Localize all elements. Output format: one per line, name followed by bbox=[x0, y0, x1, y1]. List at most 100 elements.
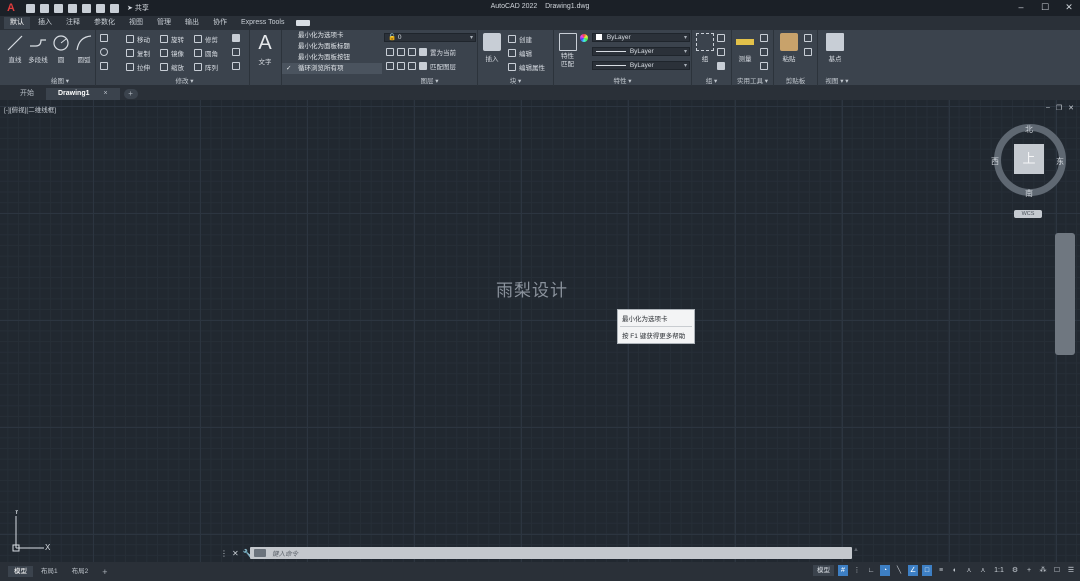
panel-groups-title[interactable]: 组 ▾ bbox=[692, 75, 731, 85]
layout-tab-layout2[interactable]: 布局2 bbox=[66, 566, 95, 577]
copy-clip-button[interactable] bbox=[804, 48, 812, 56]
layout-tab-model[interactable]: 模型 bbox=[8, 566, 33, 577]
undo-icon[interactable] bbox=[96, 3, 105, 13]
save-as-icon[interactable] bbox=[68, 3, 77, 13]
tab-collaborate[interactable]: 协作 bbox=[207, 17, 233, 29]
ungroup-button[interactable] bbox=[717, 34, 725, 42]
tab-close-icon[interactable]: × bbox=[104, 88, 108, 100]
ribbon-minimize-toggle[interactable] bbox=[296, 20, 311, 26]
menu-item-minimize-panel-titles[interactable]: 最小化为面板标题 bbox=[282, 41, 382, 52]
panel-modify-title[interactable]: 修改 ▾ bbox=[120, 75, 249, 85]
new-file-icon[interactable] bbox=[26, 3, 35, 13]
clean-screen-icon[interactable]: ☐ bbox=[1052, 565, 1062, 576]
tab-parametric[interactable]: 参数化 bbox=[88, 17, 121, 29]
command-grip-icon[interactable]: ⋮ bbox=[220, 549, 228, 558]
layer-lock-toggle-icon[interactable] bbox=[397, 62, 405, 70]
polyline-button[interactable]: 多段线 bbox=[27, 34, 49, 64]
layer-properties-icon[interactable] bbox=[386, 48, 394, 56]
menu-item-minimize-tabs[interactable]: 最小化为选项卡 bbox=[282, 30, 382, 41]
panel-layers-title[interactable]: 图层 ▾ bbox=[382, 75, 477, 85]
viewport-restore-icon[interactable]: ❐ bbox=[1056, 104, 1062, 112]
redo-icon[interactable] bbox=[110, 3, 119, 13]
maximize-button[interactable]: ☐ bbox=[1040, 2, 1050, 12]
layer-isolate-icon[interactable] bbox=[408, 48, 416, 56]
panel-draw-title[interactable]: 绘图 ▾ bbox=[0, 75, 120, 85]
wcs-menu-button[interactable]: WCS bbox=[1014, 210, 1042, 218]
annotation-monitor-icon[interactable]: + bbox=[1024, 565, 1034, 576]
tab-drawing1[interactable]: Drawing1 × bbox=[46, 88, 120, 100]
tab-annotate[interactable]: 注释 bbox=[60, 17, 86, 29]
quick-select-button[interactable] bbox=[760, 48, 768, 56]
group-button[interactable]: 组 bbox=[694, 33, 716, 63]
layer-off-icon[interactable] bbox=[397, 48, 405, 56]
hatch-button[interactable] bbox=[100, 62, 108, 70]
lineweight-dropdown[interactable]: ByLayer bbox=[592, 61, 690, 70]
edit-attributes-button[interactable]: 编辑属性 bbox=[508, 62, 545, 72]
layer-freeze-icon[interactable] bbox=[386, 62, 394, 70]
command-close-icon[interactable]: ✕ bbox=[232, 549, 239, 558]
id-point-button[interactable] bbox=[760, 62, 768, 70]
panel-clipboard-title[interactable]: 剪贴板 bbox=[774, 75, 817, 85]
tab-express-tools[interactable]: Express Tools bbox=[235, 17, 290, 29]
measure-button[interactable]: 测量 bbox=[734, 33, 756, 63]
panel-block-title[interactable]: 块 ▾ bbox=[478, 75, 553, 85]
panel-properties-title[interactable]: 特性 ▾ bbox=[554, 75, 691, 85]
compass-east[interactable]: 东 bbox=[1056, 156, 1064, 167]
fillet-button[interactable]: 圆角 bbox=[194, 48, 218, 58]
snap-mode-icon[interactable]: ⋮ bbox=[852, 565, 862, 576]
compass-south[interactable]: 南 bbox=[1025, 188, 1033, 199]
menu-item-minimize-panel-buttons[interactable]: 最小化为面板按钮 bbox=[282, 52, 382, 63]
array-button[interactable]: 阵列 bbox=[194, 62, 218, 72]
open-folder-icon[interactable] bbox=[40, 3, 49, 13]
color-dropdown[interactable]: ByLayer bbox=[592, 33, 690, 42]
auto-scale-icon[interactable]: ⋏ bbox=[978, 565, 988, 576]
calculator-button[interactable] bbox=[760, 34, 768, 42]
transparency-icon[interactable]: ◐ bbox=[950, 565, 960, 576]
share-button[interactable]: ➤ 共享 bbox=[127, 3, 149, 13]
isodraft-icon[interactable]: ╲ bbox=[894, 565, 904, 576]
viewcube-top-face[interactable]: 上 bbox=[1014, 144, 1044, 174]
arc-button[interactable]: 圆弧 bbox=[73, 34, 95, 64]
polar-tracking-icon[interactable]: ◔ bbox=[880, 565, 890, 576]
new-tab-button[interactable]: + bbox=[123, 89, 138, 99]
make-current-label[interactable]: 置为当前 bbox=[430, 47, 456, 57]
object-snap-icon[interactable]: □ bbox=[922, 565, 932, 576]
tab-start[interactable]: 开始 bbox=[8, 88, 46, 100]
tab-home[interactable]: 默认 bbox=[4, 17, 30, 29]
model-space-toggle[interactable]: 模型 bbox=[813, 565, 834, 576]
minimize-button[interactable]: – bbox=[1016, 2, 1026, 12]
erase-button[interactable] bbox=[232, 34, 240, 42]
close-button[interactable]: ✕ bbox=[1064, 2, 1074, 12]
viewport-close-icon[interactable]: ✕ bbox=[1068, 104, 1074, 112]
viewport-minimize-icon[interactable]: – bbox=[1046, 104, 1050, 112]
layer-unisolate-icon[interactable] bbox=[408, 62, 416, 70]
scale-button[interactable]: 缩放 bbox=[160, 62, 184, 72]
app-menu-button[interactable]: A bbox=[0, 0, 22, 16]
tab-insert[interactable]: 插入 bbox=[32, 17, 58, 29]
command-input[interactable]: 键入命令 bbox=[250, 547, 852, 559]
group-edit-button[interactable] bbox=[717, 48, 725, 56]
panel-utilities-title[interactable]: 实用工具 ▾ bbox=[732, 75, 773, 85]
annotation-scale[interactable]: 1:1 bbox=[992, 565, 1006, 576]
customization-menu-icon[interactable]: ☰ bbox=[1066, 565, 1076, 576]
grid-toggle-icon[interactable]: # bbox=[838, 565, 848, 576]
offset-button[interactable] bbox=[232, 48, 240, 56]
group-select-button[interactable] bbox=[717, 62, 725, 70]
units-icon[interactable]: ⁂ bbox=[1038, 565, 1048, 576]
tab-output[interactable]: 输出 bbox=[179, 17, 205, 29]
command-history-icon[interactable] bbox=[254, 549, 266, 557]
base-view-button[interactable]: 基点 bbox=[824, 33, 846, 63]
workspace-switch-icon[interactable]: ⚙ bbox=[1010, 565, 1020, 576]
edit-block-button[interactable]: 编辑 bbox=[508, 48, 532, 58]
match-properties-button[interactable]: 特性匹配 bbox=[557, 33, 579, 69]
layer-dropdown[interactable]: 🔓 0 bbox=[384, 33, 476, 42]
tab-manage[interactable]: 管理 bbox=[151, 17, 177, 29]
explode-button[interactable] bbox=[232, 62, 240, 70]
paste-button[interactable]: 粘贴 bbox=[778, 33, 800, 63]
line-button[interactable]: 直线 bbox=[4, 34, 26, 64]
rectangle-button[interactable] bbox=[100, 34, 108, 42]
annotation-visibility-icon[interactable]: ⋏ bbox=[964, 565, 974, 576]
tab-view[interactable]: 视图 bbox=[123, 17, 149, 29]
ortho-mode-icon[interactable]: ∟ bbox=[866, 565, 876, 576]
text-button[interactable]: A 文字 bbox=[254, 32, 276, 66]
